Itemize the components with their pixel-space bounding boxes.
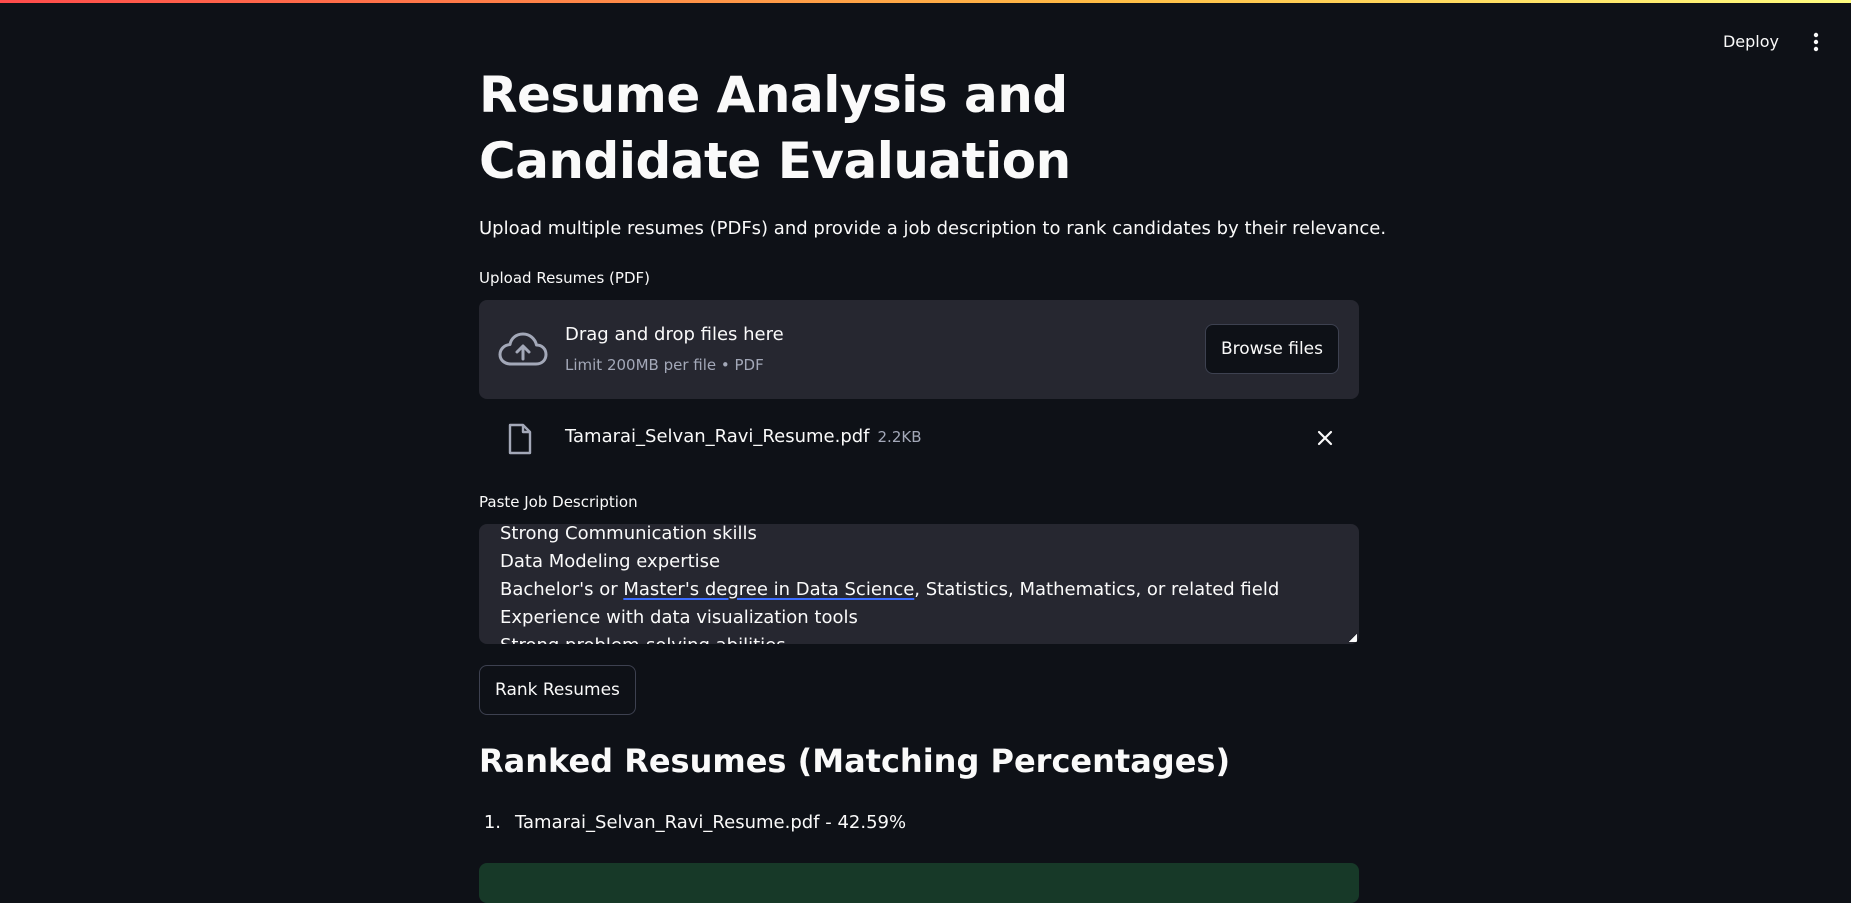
uploaded-file-row: Tamarai_Selvan_Ravi_Resume.pdf 2.2KB	[479, 415, 1359, 461]
page-title: Resume Analysis and Candidate Evaluation	[479, 66, 1071, 190]
list-item-text: Tamarai_Selvan_Ravi_Resume.pdf - 42.59%	[515, 812, 907, 833]
dropzone-limit-text: Limit 200MB per file • PDF	[565, 356, 764, 374]
jd-line: Data Modeling expertise	[500, 551, 721, 572]
rank-resumes-button[interactable]: Rank Resumes	[479, 665, 636, 715]
jd-line-part: , Statistics, Mathematics, or related fi…	[914, 579, 1280, 600]
kebab-menu-icon[interactable]	[1807, 30, 1825, 54]
list-item-number: 1.	[483, 812, 501, 833]
job-description-text: Strong Communication skills Data Modelin…	[500, 524, 1279, 644]
uploaded-file-name: Tamarai_Selvan_Ravi_Resume.pdf	[565, 426, 870, 447]
file-dropzone[interactable]: Drag and drop files here Limit 200MB per…	[479, 300, 1359, 399]
spellcheck-underline: Master's degree in Data Science	[623, 579, 915, 600]
browse-files-button[interactable]: Browse files	[1204, 324, 1339, 374]
uploader-label: Upload Resumes (PDF)	[479, 269, 650, 287]
list-item: 1. Tamarai_Selvan_Ravi_Resume.pdf - 42.5…	[479, 812, 906, 833]
jd-line: Strong problem-solving abilities	[500, 632, 1279, 644]
jd-line-part: Bachelor's or	[500, 579, 624, 600]
top-decoration-bar	[0, 0, 1851, 3]
deploy-button[interactable]: Deploy	[1715, 28, 1787, 55]
dropzone-title: Drag and drop files here	[565, 324, 784, 345]
results-heading: Ranked Resumes (Matching Percentages)	[479, 742, 1231, 780]
file-icon	[507, 423, 533, 455]
resize-handle[interactable]	[1349, 634, 1357, 642]
uploaded-file-info: Tamarai_Selvan_Ravi_Resume.pdf 2.2KB	[565, 426, 922, 447]
jd-line: Strong Communication skills	[500, 524, 757, 544]
page-subtitle: Upload multiple resumes (PDFs) and provi…	[479, 218, 1387, 239]
top-toolbar: Deploy	[1715, 28, 1825, 55]
job-description-label: Paste Job Description	[479, 493, 638, 511]
results-list: 1. Tamarai_Selvan_Ravi_Resume.pdf - 42.5…	[479, 812, 906, 833]
success-message-box	[479, 863, 1359, 903]
jd-line: Bachelor's or Master's degree in Data Sc…	[500, 576, 1279, 604]
cloud-upload-icon	[498, 331, 548, 369]
close-icon[interactable]	[1315, 428, 1335, 448]
uploaded-file-size: 2.2KB	[877, 428, 922, 446]
job-description-textarea[interactable]: Strong Communication skills Data Modelin…	[479, 524, 1359, 644]
jd-line: Experience with data visualization tools	[500, 607, 858, 628]
